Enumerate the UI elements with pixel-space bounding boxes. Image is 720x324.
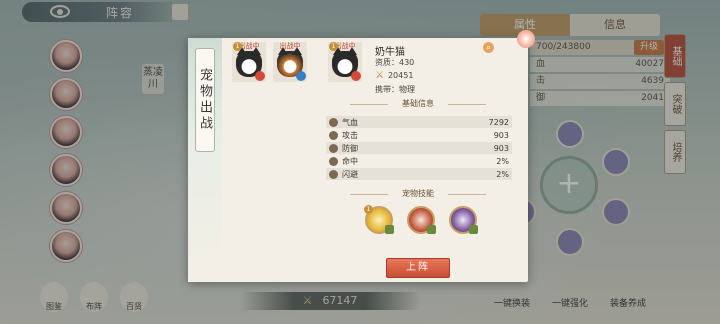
stat-label: 闪避 [342,169,358,179]
dialog-side-strip: 宠物出战 [188,38,222,282]
pet-level-badge: 1 [329,42,338,51]
scroll-fade [326,246,512,256]
stat-value: 2% [496,169,509,179]
deployed-tag: 出战中 [279,42,301,50]
stat-row: 攻击 903 [326,129,512,141]
stat-label: 防御 [342,143,358,153]
dodge-icon [329,169,338,179]
pet-card[interactable]: 出战中 1 [232,42,266,82]
pet-status-icon [296,71,306,81]
stat-row: 气血 7292 [326,116,512,128]
pet-card-selected[interactable]: 出战中 1 [328,42,362,82]
pet-carry-type: 携带：物理 [375,85,415,94]
pet-power-value: 20451 [387,71,414,80]
pet-status-icon [255,71,265,81]
defense-icon [329,143,338,153]
skill-count-badge: 1 [364,205,373,214]
stat-value: 2% [496,156,509,166]
stat-value: 903 [493,130,509,140]
pet-deploy-dialog: 宠物出战 出战中 1 出战中 出战中 1 奶牛猫 资质：430 ⚔ 20451 携… [188,30,535,282]
deploy-button[interactable]: 上阵 [386,258,450,278]
pet-power-row: ⚔ 20451 [375,70,413,81]
stat-label: 气血 [342,117,358,127]
pet-skill-list: 1 [364,205,478,234]
skill-gold-icon[interactable]: 1 [364,205,394,234]
dialog-title: 宠物出战 [195,48,215,152]
hit-icon [329,156,338,166]
magnify-icon[interactable]: ⌕ [483,42,494,53]
skill-purple-icon[interactable] [449,206,478,234]
skill-level-badge [469,225,478,234]
close-flower-icon[interactable] [517,30,535,48]
skill-level-badge [385,225,394,234]
hp-icon [329,117,338,127]
pet-aptitude: 资质：430 [375,58,415,67]
crossed-swords-icon: ⚔ [375,70,384,81]
pet-stat-list: 气血 7292 攻击 903 防御 903 命中 2% 闪避 2% [326,116,512,181]
pet-card[interactable]: 出战中 [273,42,307,82]
attack-icon [329,130,338,140]
stat-row: 闪避 2% [326,168,512,180]
stat-value: 903 [493,143,509,153]
pet-skills-heading: 宠物技能 [338,188,498,200]
stat-value: 7292 [488,117,509,127]
stat-label: 攻击 [342,130,358,140]
skill-level-badge [427,225,436,234]
pet-level-badge: 1 [233,42,242,51]
skill-red-icon[interactable] [407,206,436,234]
stat-row: 防御 903 [326,142,512,154]
pet-status-icon [351,71,361,81]
stat-label: 命中 [342,156,358,166]
basic-info-heading: 基础信息 [338,98,498,110]
stat-row: 命中 2% [326,155,512,167]
pet-name: 奶牛猫 [375,47,405,58]
